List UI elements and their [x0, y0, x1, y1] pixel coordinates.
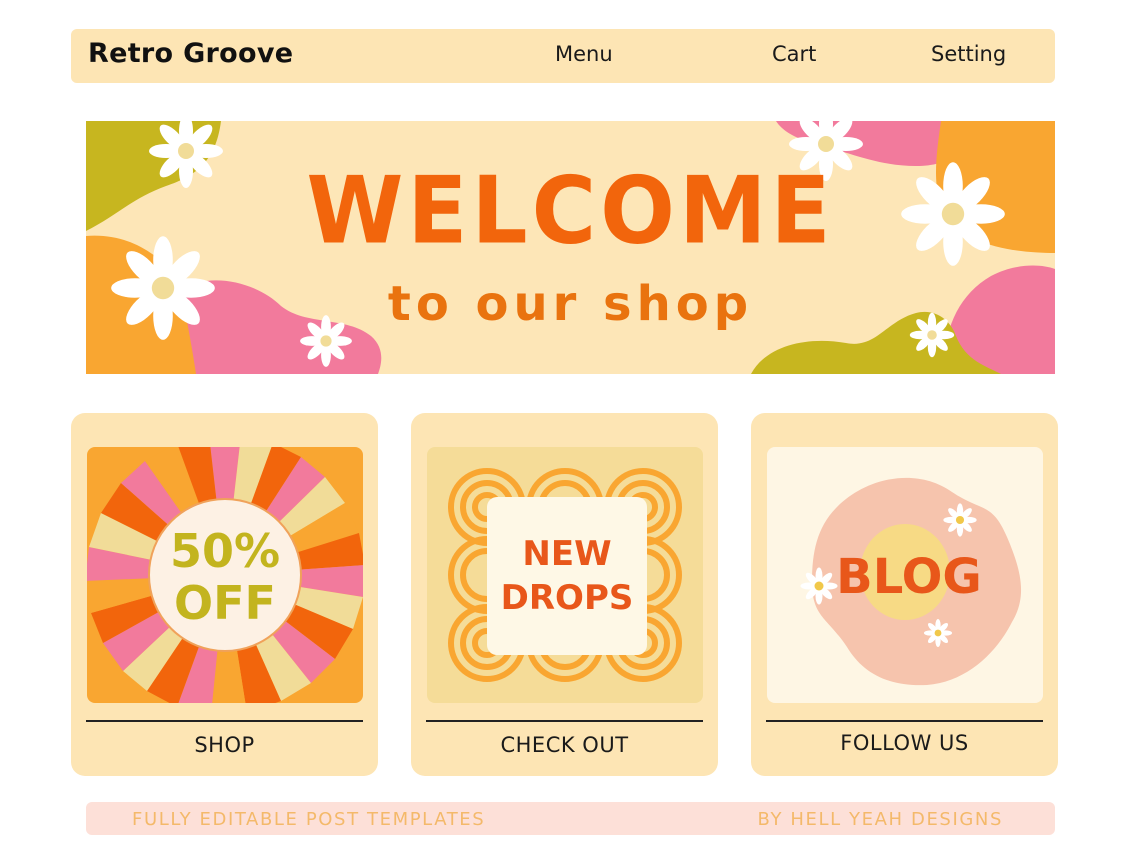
banner-title: WELCOME — [306, 156, 835, 265]
sale-percent-text: 50% — [170, 524, 280, 578]
brand-logo-text[interactable]: Retro Groove — [88, 38, 293, 69]
nav-menu-link[interactable]: Menu — [555, 42, 613, 66]
card-divider — [86, 720, 363, 722]
banner-subtitle: to our shop — [387, 276, 754, 332]
drops-text: DROPS — [501, 578, 634, 618]
nav-setting-link[interactable]: Setting — [931, 42, 1006, 66]
sale-promo-image[interactable]: 50% OFF — [87, 447, 363, 703]
card-divider — [426, 720, 703, 722]
blog-image[interactable]: BLOG — [767, 447, 1043, 703]
follow-us-card[interactable]: BLOG FOLLOW US — [751, 413, 1058, 776]
welcome-banner: WELCOME to our shop — [86, 121, 1055, 374]
shop-card[interactable]: 50% OFF SHOP — [71, 413, 378, 776]
checkout-label[interactable]: CHECK OUT — [411, 733, 718, 757]
footer-left-text: FULLY EDITABLE POST TEMPLATES — [132, 809, 486, 830]
shop-label[interactable]: SHOP — [71, 733, 378, 757]
follow-us-label[interactable]: FOLLOW US — [751, 731, 1058, 755]
new-text: NEW — [522, 534, 611, 574]
nav-cart-link[interactable]: Cart — [772, 42, 816, 66]
sale-off-text: OFF — [174, 576, 276, 630]
blog-text: BLOG — [836, 549, 982, 605]
footer-bar: FULLY EDITABLE POST TEMPLATES BY HELL YE… — [86, 802, 1055, 835]
top-navbar: Retro Groove Menu Cart Setting — [71, 29, 1055, 83]
new-drops-image[interactable]: NEW DROPS — [427, 447, 703, 703]
footer-right-text: BY HELL YEAH DESIGNS — [757, 809, 1003, 830]
card-divider — [766, 720, 1043, 722]
checkout-card[interactable]: NEW DROPS CHECK OUT — [411, 413, 718, 776]
